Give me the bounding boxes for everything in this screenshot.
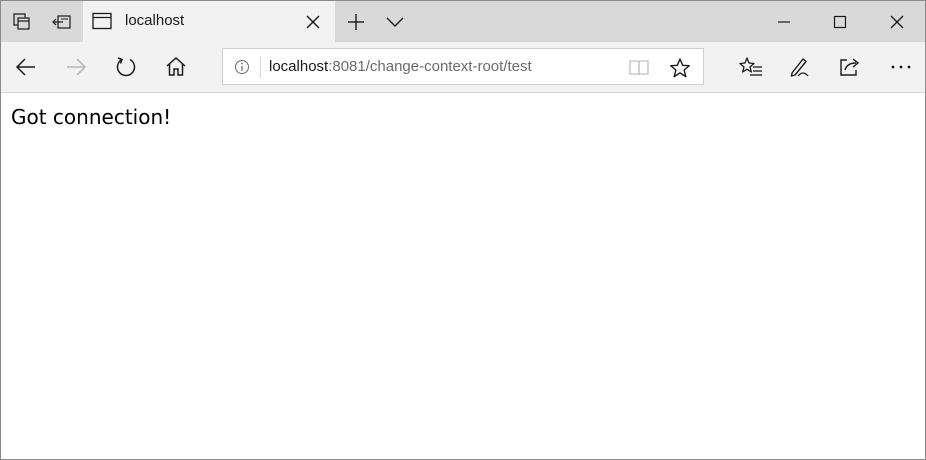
url-path: :8081/change-context-root/test [328,58,532,75]
set-aside-tabs-button[interactable] [47,1,77,42]
tab-title: localhost [125,12,185,29]
share-button[interactable] [838,55,862,79]
favorites-list-icon [739,57,762,76]
close-icon [890,15,904,29]
page-tab-icon [92,12,112,30]
add-favorite-button[interactable] [669,57,691,79]
tab-localhost[interactable]: localhost [83,1,335,42]
set-aside-tabs-icon [52,14,72,30]
home-button[interactable] [164,55,188,79]
page-message: Got connection! [11,105,172,129]
tab-preview-button[interactable] [381,1,409,42]
tab-actions-button[interactable] [7,1,37,42]
minimize-icon [777,15,791,29]
refresh-button[interactable] [114,55,138,79]
book-icon [629,60,649,76]
url-text[interactable]: localhost:8081/change-context-root/test [269,58,532,76]
close-window-button[interactable] [874,1,920,42]
browser-window: localhost localhost:8081/change-context-… [0,0,926,460]
tab-strip: localhost [1,1,925,42]
forward-arrow-icon [67,58,87,76]
favorites-hub-button[interactable] [739,55,763,79]
close-tab-button[interactable] [303,12,323,32]
refresh-icon [116,57,136,77]
forward-button[interactable] [64,55,88,79]
chevron-down-icon [386,16,404,28]
site-info-button[interactable] [234,59,250,75]
maximize-icon [833,15,847,29]
address-divider [260,56,261,78]
star-icon [670,58,690,78]
tab-actions-icon [13,12,31,31]
minimize-button[interactable] [761,1,807,42]
web-notes-button[interactable] [788,55,812,79]
new-tab-button[interactable] [342,1,370,42]
plus-icon [346,12,366,32]
info-icon [235,60,249,74]
maximize-button[interactable] [817,1,863,42]
page-content: Got connection! [1,93,925,459]
close-icon [306,15,320,29]
home-icon [166,56,186,76]
back-button[interactable] [14,55,38,79]
navigation-toolbar: localhost:8081/change-context-root/test [1,42,925,93]
pen-icon [790,58,809,77]
url-host: localhost [269,58,329,75]
more-button[interactable] [889,55,913,79]
address-bar[interactable]: localhost:8081/change-context-root/test [222,48,704,85]
back-arrow-icon [15,58,35,76]
share-icon [840,58,860,76]
reading-view-button[interactable] [628,58,650,78]
more-icon [891,65,911,69]
